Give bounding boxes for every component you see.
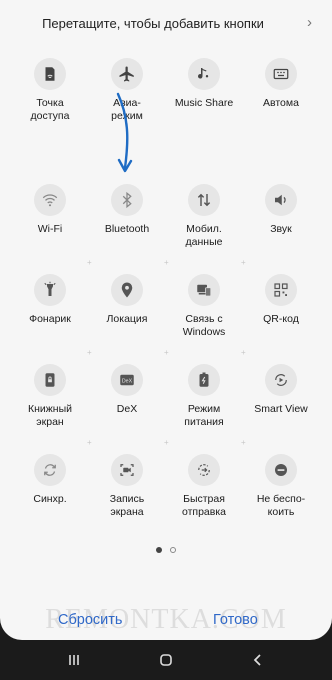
tile-label: Быстрая отправка	[181, 493, 227, 518]
tile-label: Локация	[106, 313, 148, 325]
grid-plus-marker: +	[241, 258, 246, 267]
tiles-grid: Точка доступа Авиа- режим Music Share Ав…	[0, 0, 332, 560]
tile-quick-share[interactable]: Быстрая отправка	[164, 454, 244, 518]
grid-plus-marker: +	[164, 258, 169, 267]
back-icon	[253, 654, 261, 666]
bluetooth-icon	[111, 184, 143, 216]
grid-plus-marker: +	[241, 438, 246, 447]
recent-apps-icon	[69, 655, 79, 665]
tile-location[interactable]: Локация	[87, 274, 167, 326]
quick-panel-edit-screen: Перетащите, чтобы добавить кнопки › Точк…	[0, 0, 332, 640]
tile-label: Не беспо- коить	[256, 493, 306, 518]
tile-label: Режим питания	[184, 403, 224, 428]
tile-flashlight[interactable]: Фонарик	[10, 274, 90, 326]
tile-label: Bluetooth	[104, 223, 150, 235]
tile-label: Запись экрана	[109, 493, 145, 518]
watermark-text: REMONTKA.COM	[45, 604, 287, 635]
power-mode-icon	[188, 364, 220, 396]
tile-label: Фонарик	[29, 313, 71, 325]
tile-label: Мобил. данные	[185, 223, 223, 248]
page-dot-active[interactable]	[155, 547, 162, 553]
tile-autotype[interactable]: Автома	[241, 58, 321, 110]
navigation-bar	[0, 640, 332, 680]
home-button[interactable]	[146, 648, 186, 672]
done-button[interactable]: Готово	[213, 612, 258, 628]
tile-label: Книжный экран	[27, 403, 72, 428]
tile-screen-record[interactable]: Запись экрана	[87, 454, 167, 518]
smart-view-icon	[265, 364, 297, 396]
tile-bluetooth[interactable]: Bluetooth	[87, 184, 167, 236]
tile-label: Автома	[263, 97, 299, 109]
link-windows-icon	[188, 274, 220, 306]
grid-plus-marker: +	[87, 438, 92, 447]
recent-apps-button[interactable]	[54, 648, 94, 672]
mobile-data-icon	[188, 184, 220, 216]
qr-icon	[265, 274, 297, 306]
tile-link-windows[interactable]: Связь с Windows	[164, 274, 244, 338]
dnd-icon	[265, 454, 297, 486]
tile-label: Точка доступа	[30, 97, 70, 122]
tile-label: DeX	[116, 403, 138, 415]
grid-plus-marker: +	[241, 348, 246, 357]
grid-plus-marker: +	[87, 348, 92, 357]
tile-qr[interactable]: QR-код	[241, 274, 321, 326]
sound-icon	[265, 184, 297, 216]
grid-plus-marker: +	[164, 438, 169, 447]
tile-hotspot[interactable]: Точка доступа	[10, 58, 90, 122]
tile-music-share[interactable]: Music Share	[164, 58, 244, 110]
quick-share-icon	[188, 454, 220, 486]
tile-label: Связь с Windows	[182, 313, 226, 338]
wifi-icon	[34, 184, 66, 216]
tile-dnd[interactable]: Не беспо- коить	[241, 454, 321, 518]
tile-label: Синхр.	[33, 493, 67, 505]
svg-text:DeX: DeX	[122, 378, 133, 384]
page-indicator	[0, 540, 332, 558]
back-button[interactable]	[238, 648, 278, 672]
tile-label: Звук	[270, 223, 292, 235]
tile-label: Wi-Fi	[37, 223, 63, 235]
hotspot-icon	[34, 58, 66, 90]
tile-sync[interactable]: Синхр.	[10, 454, 90, 506]
keyboard-icon	[265, 58, 297, 90]
tile-portrait-lock[interactable]: Книжный экран	[10, 364, 90, 428]
tile-smart-view[interactable]: Smart View	[241, 364, 321, 416]
tile-mobile-data[interactable]: Мобил. данные	[164, 184, 244, 248]
tile-sound[interactable]: Звук	[241, 184, 321, 236]
tile-wifi[interactable]: Wi-Fi	[10, 184, 90, 236]
grid-plus-marker: +	[164, 348, 169, 357]
page-dot[interactable]	[170, 547, 177, 553]
grid-plus-marker: +	[87, 258, 92, 267]
home-icon	[160, 654, 172, 666]
reset-button[interactable]: Сбросить	[58, 612, 122, 628]
tile-label: Music Share	[174, 97, 234, 109]
tile-label: Smart View	[254, 403, 308, 415]
tile-label: QR-код	[263, 313, 299, 325]
airplane-icon	[111, 58, 143, 90]
location-icon	[111, 274, 143, 306]
drag-arrow-annotation	[116, 92, 133, 173]
flashlight-icon	[34, 274, 66, 306]
dex-icon: DeX	[111, 364, 143, 396]
music-share-icon	[188, 58, 220, 90]
portrait-lock-icon	[34, 364, 66, 396]
tile-dex[interactable]: DeX DeX	[87, 364, 167, 416]
tile-power-mode[interactable]: Режим питания	[164, 364, 244, 428]
screen-record-icon	[111, 454, 143, 486]
sync-icon	[34, 454, 66, 486]
